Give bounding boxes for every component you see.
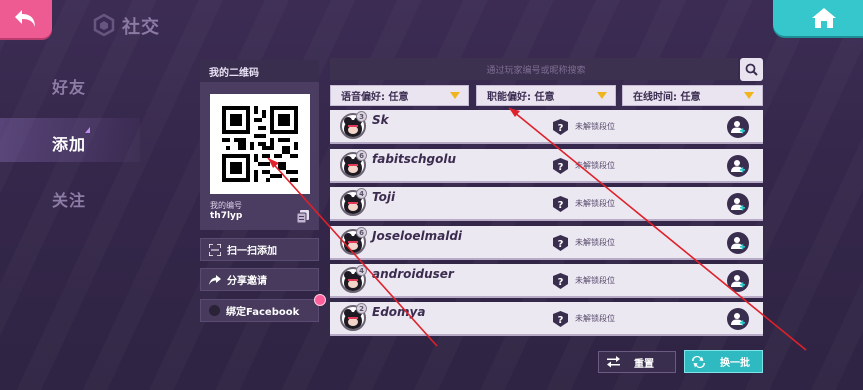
refresh-batch-button[interactable]: 换一批 [684, 350, 763, 373]
nav-item-follow[interactable]: 关注 [52, 187, 86, 211]
player-level-badge: 6 [356, 227, 367, 238]
player-name: androiduser [372, 267, 454, 281]
add-friend-icon [731, 237, 745, 250]
home-button[interactable] [773, 0, 863, 36]
add-friend-icon [731, 121, 745, 134]
social-screen: 社交 好友 添加 关注 我的二维码 我的编号 th7lyp 扫一扫添加 分享邀请… [0, 0, 863, 390]
dropdown-arrow-icon [744, 92, 754, 99]
back-button[interactable] [0, 0, 52, 38]
nav-item-friends[interactable]: 好友 [52, 74, 86, 98]
voice-preference-label: 语音偏好: 任意 [341, 92, 409, 103]
search-icon [745, 63, 758, 76]
nav-active-marker [85, 127, 90, 133]
bind-facebook-button[interactable]: 绑定Facebook [200, 299, 319, 322]
share-invite-label: 分享邀请 [227, 276, 267, 287]
search-bar [330, 58, 742, 83]
rank-locked-icon: ? [553, 235, 568, 251]
player-level-badge: 4 [356, 188, 367, 199]
qr-code-image [222, 106, 298, 182]
dropdown-arrow-icon [597, 92, 607, 99]
role-preference-filter[interactable]: 职能偏好: 任意 [476, 85, 616, 106]
share-invite-button[interactable]: 分享邀请 [200, 268, 319, 291]
svg-text:?: ? [558, 315, 564, 326]
svg-text:?: ? [558, 123, 564, 134]
online-time-label: 在线时间: 任意 [633, 92, 701, 103]
player-rank-text: 未解锁段位 [575, 122, 615, 131]
add-friend-button[interactable] [727, 193, 749, 215]
swap-arrows-icon [607, 356, 620, 368]
add-friend-icon [731, 313, 745, 326]
player-level-badge: 3 [356, 111, 367, 122]
voice-preference-filter[interactable]: 语音偏好: 任意 [330, 85, 469, 106]
qr-code [210, 94, 310, 194]
player-id-value: th7lyp [210, 211, 243, 221]
add-friend-button[interactable] [727, 232, 749, 254]
scan-add-label: 扫一扫添加 [227, 246, 277, 257]
refresh-icon [692, 355, 705, 368]
add-friend-icon [731, 160, 745, 173]
add-friend-button[interactable] [727, 308, 749, 330]
player-rank-text: 未解锁段位 [575, 238, 615, 247]
player-rank-text: 未解锁段位 [575, 276, 615, 285]
rank-locked-icon: ? [553, 158, 568, 174]
player-level-badge: 2 [356, 303, 367, 314]
rank-locked-icon: ? [553, 311, 568, 327]
add-friend-icon [731, 198, 745, 211]
rank-locked-icon: ? [553, 119, 568, 135]
bind-facebook-label: 绑定Facebook [226, 307, 300, 318]
reset-button[interactable]: 重置 [598, 351, 676, 373]
add-friend-button[interactable] [727, 116, 749, 138]
svg-text:?: ? [558, 200, 564, 211]
home-icon [812, 8, 836, 28]
player-name: Joseloelmaldi [372, 229, 463, 243]
reset-label: 重置 [634, 358, 654, 370]
player-row[interactable]: 4 androiduser? 未解锁段位 [330, 264, 763, 298]
scan-add-button[interactable]: 扫一扫添加 [200, 238, 319, 261]
notification-badge [314, 294, 326, 306]
player-row[interactable]: 3 Sk? 未解锁段位 [330, 110, 763, 144]
add-friend-icon [731, 275, 745, 288]
refresh-batch-label: 换一批 [720, 358, 750, 369]
player-name: Sk [372, 113, 389, 127]
player-name: fabitschgolu [372, 152, 457, 166]
online-time-filter[interactable]: 在线时间: 任意 [622, 85, 763, 106]
share-icon [209, 274, 221, 285]
svg-text:?: ? [558, 239, 564, 250]
qr-code-panel: 我的二维码 我的编号 th7lyp [200, 60, 319, 230]
player-name: Toji [372, 190, 396, 204]
player-rank-text: 未解锁段位 [575, 314, 615, 323]
player-row[interactable]: 6 fabitschgolu? 未解锁段位 [330, 149, 763, 183]
scan-icon [209, 243, 221, 256]
player-level-badge: 6 [356, 150, 367, 161]
svg-text:?: ? [558, 277, 564, 288]
player-id-label: 我的编号 [210, 201, 242, 210]
copy-icon[interactable] [297, 210, 309, 223]
svg-text:?: ? [558, 162, 564, 173]
back-arrow-icon [15, 10, 35, 27]
rank-locked-icon: ? [553, 273, 568, 289]
social-logo-icon [93, 14, 115, 36]
player-row[interactable]: 2 Edomya? 未解锁段位 [330, 302, 763, 336]
player-rank-text: 未解锁段位 [575, 161, 615, 170]
page-title: 社交 [122, 17, 160, 38]
facebook-icon [209, 305, 220, 316]
add-friend-button[interactable] [727, 270, 749, 292]
player-rank-text: 未解锁段位 [575, 199, 615, 208]
player-name: Edomya [372, 305, 426, 319]
search-button[interactable] [740, 58, 763, 81]
player-row[interactable]: 6 Joseloelmaldi? 未解锁段位 [330, 226, 763, 260]
nav-item-add[interactable]: 添加 [52, 131, 86, 155]
add-friend-button[interactable] [727, 155, 749, 177]
player-level-badge: 4 [356, 265, 367, 276]
role-preference-label: 职能偏好: 任意 [487, 92, 555, 103]
dropdown-arrow-icon [450, 92, 460, 99]
qr-panel-title: 我的二维码 [200, 60, 319, 82]
rank-locked-icon: ? [553, 196, 568, 212]
search-input[interactable] [330, 59, 742, 83]
player-row[interactable]: 4 Toji? 未解锁段位 [330, 187, 763, 221]
